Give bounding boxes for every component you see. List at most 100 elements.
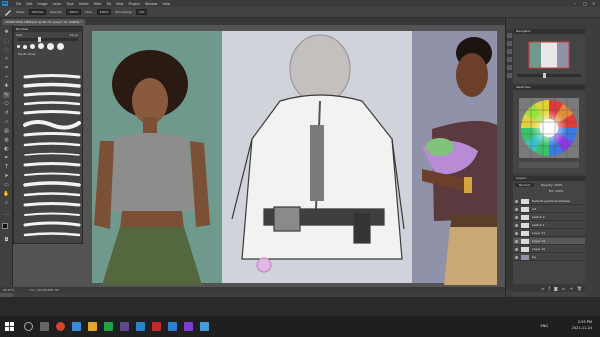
visibility-eye-icon[interactable] bbox=[515, 232, 518, 235]
link-layers-icon[interactable]: ∞ bbox=[541, 286, 544, 291]
menu-3d[interactable]: 3D bbox=[106, 2, 110, 6]
adjustments-panel-icon[interactable] bbox=[507, 49, 512, 54]
brush-stroke-list[interactable] bbox=[22, 73, 82, 243]
add-mask-icon[interactable]: ◙ bbox=[554, 286, 558, 291]
spotify-icon[interactable] bbox=[104, 322, 113, 331]
shape-tool-icon[interactable]: ▭ bbox=[3, 182, 10, 188]
paths-panel-icon[interactable] bbox=[507, 73, 512, 78]
obs-icon[interactable] bbox=[120, 322, 129, 331]
add-style-icon[interactable]: ƒ bbox=[548, 286, 549, 291]
minimize-icon[interactable]: – bbox=[574, 2, 578, 6]
brush-preset-4[interactable] bbox=[38, 43, 44, 49]
brush-size-slider[interactable] bbox=[18, 37, 78, 42]
menu-filter[interactable]: Filter bbox=[94, 2, 102, 6]
clone-stamp-tool-icon[interactable]: ⎔ bbox=[3, 101, 10, 107]
visibility-eye-icon[interactable] bbox=[515, 240, 518, 243]
close-icon[interactable]: × bbox=[592, 2, 596, 6]
visibility-eye-icon[interactable] bbox=[515, 256, 518, 259]
edge-browser-icon[interactable] bbox=[72, 322, 81, 331]
gradient-tool-icon[interactable]: ▥ bbox=[3, 128, 10, 134]
visibility-eye-icon[interactable] bbox=[515, 200, 518, 203]
healing-tool-icon[interactable]: ✚ bbox=[3, 83, 10, 89]
blur-tool-icon[interactable]: ◍ bbox=[3, 137, 10, 143]
menu-file[interactable]: File bbox=[16, 2, 21, 6]
brush-preset-5[interactable] bbox=[47, 43, 54, 50]
menu-layer[interactable]: Layer bbox=[53, 2, 62, 6]
windows-start-icon[interactable] bbox=[5, 322, 14, 331]
menu-view[interactable]: View bbox=[116, 2, 124, 6]
color-wheel[interactable] bbox=[513, 90, 585, 173]
new-layer-icon[interactable]: + bbox=[570, 286, 573, 291]
layer-row[interactable]: Default (symbols/shapes) bbox=[513, 198, 585, 205]
menu-type[interactable]: Type bbox=[66, 2, 73, 6]
color-panel-icon[interactable] bbox=[507, 57, 512, 62]
menu-help[interactable]: Help bbox=[163, 2, 170, 6]
brush-preset-6[interactable] bbox=[57, 43, 64, 50]
app-purple-icon[interactable] bbox=[184, 322, 193, 331]
layer-row[interactable]: Layer 11 bbox=[513, 230, 585, 237]
delete-layer-icon[interactable]: 🗑 bbox=[577, 286, 582, 291]
file-explorer-icon[interactable] bbox=[88, 322, 97, 331]
lasso-tool-icon[interactable]: ◌ bbox=[3, 47, 10, 53]
smoothing-field[interactable]: 0% bbox=[136, 9, 148, 15]
navigator-preview[interactable] bbox=[513, 34, 585, 83]
visibility-eye-icon[interactable] bbox=[515, 224, 518, 227]
brush-preset-2[interactable] bbox=[23, 45, 27, 49]
layer-fill-value[interactable]: 100% bbox=[555, 189, 564, 193]
document-tab[interactable]: CHARE EMIL NEW.psd @ 66.7% (Layer 12, RG… bbox=[2, 19, 86, 25]
photoshop-taskbar-icon[interactable] bbox=[168, 322, 177, 331]
dodge-tool-icon[interactable]: ◐ bbox=[3, 146, 10, 152]
channels-panel-icon[interactable] bbox=[507, 65, 512, 70]
layer-row[interactable]: ref bbox=[513, 206, 585, 213]
marquee-tool-icon[interactable]: ⬚ bbox=[3, 38, 10, 44]
foreground-color-swatch[interactable] bbox=[2, 223, 8, 229]
zoom-tool-icon[interactable]: ⌕ bbox=[3, 200, 10, 206]
properties-panel-icon[interactable] bbox=[507, 41, 512, 46]
brush-preset-1[interactable] bbox=[17, 45, 20, 48]
layer-row[interactable]: sketch 2 bbox=[513, 214, 585, 221]
layer-row[interactable]: bg bbox=[513, 254, 585, 261]
document-canvas[interactable] bbox=[84, 25, 505, 287]
brush-tool-icon[interactable] bbox=[4, 8, 12, 16]
quick-select-tool-icon[interactable]: ✧ bbox=[3, 56, 10, 62]
menu-plugins[interactable]: Plugins bbox=[129, 2, 140, 6]
layer-row[interactable]: sketch 1 bbox=[513, 222, 585, 229]
type-tool-icon[interactable]: T bbox=[3, 164, 10, 170]
path-select-tool-icon[interactable]: ➤ bbox=[3, 173, 10, 179]
crop-tool-icon[interactable]: ⌗ bbox=[3, 65, 10, 71]
layers-title[interactable]: Layers bbox=[513, 176, 585, 181]
new-folder-icon[interactable]: ▭ bbox=[562, 286, 566, 291]
app-red-icon[interactable] bbox=[152, 322, 161, 331]
menu-select[interactable]: Select bbox=[79, 2, 89, 6]
pen-tool-icon[interactable]: ✒ bbox=[3, 155, 10, 161]
language-indicator[interactable]: ENG bbox=[540, 324, 548, 328]
zoom-level[interactable]: 66.67% bbox=[3, 288, 14, 292]
layer-row-active[interactable]: Layer 12 bbox=[513, 238, 585, 245]
maximize-icon[interactable]: □ bbox=[583, 2, 587, 6]
menu-image[interactable]: Image bbox=[38, 2, 48, 6]
steam-icon[interactable] bbox=[136, 322, 145, 331]
more-tools-icon[interactable]: … bbox=[3, 211, 10, 217]
system-clock[interactable]: 2:55 PM 2021-11-24 bbox=[572, 319, 592, 331]
opacity-field[interactable]: 100% bbox=[66, 9, 81, 15]
brush-preset-3[interactable] bbox=[30, 44, 35, 49]
flow-field[interactable]: 100% bbox=[96, 9, 112, 15]
hand-tool-icon[interactable]: ✋ bbox=[3, 191, 10, 197]
menu-edit[interactable]: Edit bbox=[26, 2, 32, 6]
layer-opacity-value[interactable]: 100% bbox=[554, 183, 563, 187]
move-tool-icon[interactable]: ✥ bbox=[3, 29, 10, 35]
brush-tool-icon[interactable]: ✎ bbox=[3, 92, 10, 98]
eraser-tool-icon[interactable]: ▱ bbox=[3, 119, 10, 125]
layer-row[interactable]: Layer 10 bbox=[513, 246, 585, 253]
task-view-icon[interactable] bbox=[40, 322, 49, 331]
history-brush-tool-icon[interactable]: ↺ bbox=[3, 110, 10, 116]
visibility-eye-icon[interactable] bbox=[515, 208, 518, 211]
opera-browser-icon[interactable] bbox=[56, 322, 65, 331]
menu-window[interactable]: Window bbox=[145, 2, 158, 6]
eyedropper-tool-icon[interactable]: ⌁ bbox=[3, 74, 10, 80]
visibility-eye-icon[interactable] bbox=[515, 248, 518, 251]
search-icon[interactable] bbox=[24, 322, 33, 331]
blend-mode-select[interactable]: Normal bbox=[515, 183, 534, 187]
visibility-eye-icon[interactable] bbox=[515, 216, 518, 219]
quick-mask-icon[interactable]: ◘ bbox=[3, 237, 10, 243]
